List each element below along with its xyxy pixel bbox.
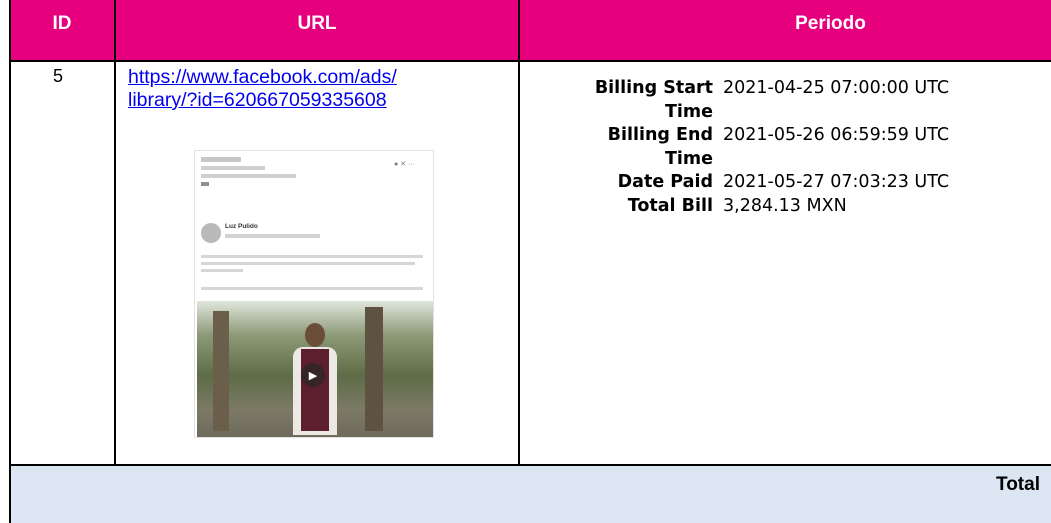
ad-page-subtitle [225, 234, 320, 238]
ad-page-avatar [201, 223, 221, 243]
header-periodo-label: Periodo [795, 13, 866, 34]
ad-page-name: Luz Pulido [225, 223, 258, 230]
header-url: URL [116, 0, 518, 48]
header-id: ID [10, 0, 114, 48]
ad-preview-thumbnail: ● ✕ ··· Luz Pulido ▶ [194, 150, 434, 438]
date-paid-value: 2021-05-27 07:03:23 UTC [723, 172, 950, 192]
ad-video-frame: ▶ [197, 301, 433, 437]
tree-trunk [213, 311, 229, 431]
billing-start-value: 2021-04-25 07:00:00 UTC [723, 78, 950, 98]
total-label: Total [996, 474, 1040, 495]
billing-end-value: 2021-05-26 06:59:59 UTC [723, 125, 950, 145]
play-icon: ▶ [301, 363, 325, 387]
billing-details: Billing Start Time 2021-04-25 07:00:00 U… [556, 77, 1036, 218]
grid-line-header-bottom [9, 60, 1051, 62]
total-bill-value: 3,284.13 MXN [723, 195, 847, 216]
ad-library-link-line2[interactable]: library/?id=620667059335608 [128, 89, 513, 112]
header-id-label: ID [52, 13, 72, 34]
ad-options-icon: ● ✕ ··· [394, 161, 415, 168]
ad-library-link-line1[interactable]: https://www.facebook.com/ads/ [128, 66, 513, 89]
row-id-cell: 5 [53, 66, 64, 86]
billing-end-label: Billing End Time [607, 125, 713, 169]
ad-body-text [201, 255, 423, 290]
header-periodo: Periodo [520, 0, 1051, 48]
grid-line-id-url [114, 0, 116, 466]
grid-line-left [9, 0, 11, 523]
header-url-label: URL [297, 13, 337, 34]
total-bill-label: Total Bill [627, 195, 713, 216]
ad-library-link[interactable]: https://www.facebook.com/ads/ library/?i… [128, 66, 513, 112]
total-row [11, 466, 1051, 523]
billing-start-label: Billing Start Time [594, 78, 713, 122]
grid-line-url-periodo [518, 0, 520, 466]
tree-trunk [365, 307, 383, 431]
ad-header-lines [201, 157, 296, 186]
date-paid-label: Date Paid [617, 172, 713, 192]
